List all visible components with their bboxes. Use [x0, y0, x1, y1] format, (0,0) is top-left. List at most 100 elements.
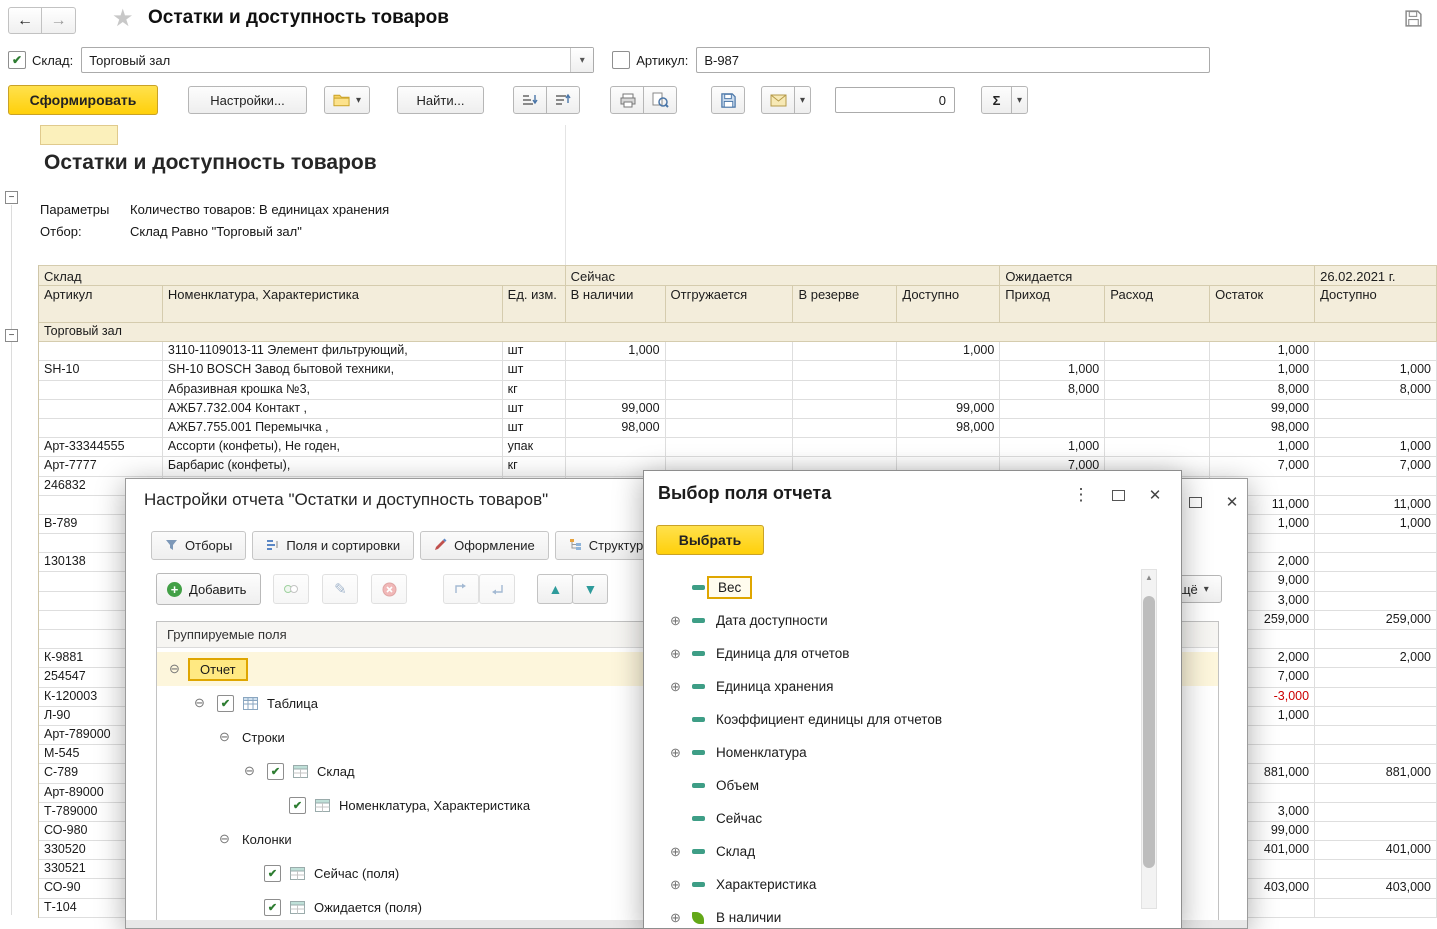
tab-fields-sort[interactable]: Поля и сортировки: [252, 531, 414, 560]
table-cell: [1315, 745, 1437, 764]
field-item[interactable]: ⊕Склад: [656, 835, 1136, 868]
expand-icon[interactable]: ⊕: [670, 745, 692, 761]
expand-icon[interactable]: ⊕: [670, 877, 692, 893]
warehouse-checkbox[interactable]: ✔: [8, 51, 26, 69]
field-item[interactable]: ⊕ В наличии: [656, 901, 1136, 927]
close-icon: ✕: [1226, 493, 1239, 511]
collapse-group-button[interactable]: −: [5, 191, 18, 204]
field-item[interactable]: ⊕Характеристика: [656, 868, 1136, 901]
print-button[interactable]: [610, 86, 644, 114]
tree-checkbox[interactable]: ✔: [217, 695, 234, 712]
send-mail-button[interactable]: [761, 86, 795, 114]
table-cell: [793, 381, 897, 400]
article-value: В-987: [704, 53, 739, 68]
table-row[interactable]: АЖБ7.732.004 Контакт ,шт99,00099,00099,0…: [39, 400, 1437, 419]
article-input[interactable]: В-987: [696, 47, 1210, 73]
report-variants-button[interactable]: ▾: [324, 86, 370, 114]
field-item-label: Сейчас: [716, 811, 762, 826]
field-item[interactable]: ⊕Единица для отчетов: [656, 637, 1136, 670]
counter-input[interactable]: 0: [835, 87, 955, 113]
move-up-button[interactable]: ▲: [537, 574, 573, 604]
table-cell: 8,000: [1315, 381, 1437, 400]
move-up-level-button[interactable]: [443, 574, 479, 604]
scroll-up-icon[interactable]: ▲: [1142, 570, 1156, 584]
article-checkbox[interactable]: [612, 51, 630, 69]
table-row[interactable]: SH-10SH-10 BOSCH Завод бытовой техники,ш…: [39, 361, 1437, 380]
table-row[interactable]: 3110-1109013-11 Элемент фильтрующий,шт1,…: [39, 342, 1437, 361]
scrollbar[interactable]: ▲: [1141, 569, 1157, 909]
table-cell: 99,000: [1210, 400, 1315, 419]
collapse-icon[interactable]: ⊖: [244, 763, 258, 779]
table-cell: [1315, 419, 1437, 438]
close-button[interactable]: ✕: [1142, 484, 1168, 506]
field-dash-icon: [692, 651, 716, 656]
sum-button[interactable]: Σ: [981, 86, 1012, 114]
tree-checkbox[interactable]: ✔: [264, 865, 281, 882]
tree-checkbox[interactable]: ✔: [264, 899, 281, 916]
sum-menu-button[interactable]: ▾: [1011, 86, 1028, 114]
field-item-label: В наличии: [716, 910, 781, 925]
table-row[interactable]: АЖБ7.755.001 Перемычка ,шт98,00098,00098…: [39, 419, 1437, 438]
field-item[interactable]: Объем: [656, 769, 1136, 802]
forward-button[interactable]: →: [42, 7, 76, 34]
favorites-star-icon[interactable]: ★: [112, 4, 134, 33]
print-preview-button[interactable]: [643, 86, 677, 114]
edit-button[interactable]: ✎: [322, 574, 358, 604]
field-item[interactable]: Коэффициент единицы для отчетов: [656, 703, 1136, 736]
field-item[interactable]: ⊕Единица хранения: [656, 670, 1136, 703]
filter-funnel-icon: [165, 538, 178, 554]
maximize-button[interactable]: [1105, 484, 1131, 506]
expand-icon[interactable]: ⊕: [670, 613, 692, 629]
field-item-label: Вес: [707, 576, 752, 599]
select-button[interactable]: Выбрать: [656, 525, 764, 555]
collapse-icon[interactable]: ⊖: [194, 695, 208, 711]
collapse-icon[interactable]: ⊖: [219, 831, 233, 847]
move-down-level-button[interactable]: [479, 574, 515, 604]
add-button[interactable]: + Добавить: [156, 573, 261, 605]
table-row[interactable]: Арт-33344555Ассорти (конфеты), Не годен,…: [39, 438, 1437, 457]
tree-checkbox[interactable]: ✔: [267, 763, 284, 780]
table-cell: 1,000: [1000, 438, 1105, 457]
expand-icon[interactable]: ⊕: [670, 679, 692, 695]
settings-button[interactable]: Настройки...: [188, 86, 307, 114]
tree-checkbox[interactable]: ✔: [289, 797, 306, 814]
more-menu-button[interactable]: ⋮: [1068, 484, 1094, 506]
table-cell: [566, 361, 666, 380]
expand-icon[interactable]: ⊕: [670, 844, 692, 860]
table-cell: 1,000: [1210, 361, 1315, 380]
field-item[interactable]: Вес: [656, 571, 1136, 604]
tab-appearance-brush[interactable]: Оформление: [420, 531, 549, 560]
field-item[interactable]: Сейчас: [656, 802, 1136, 835]
generate-button[interactable]: Сформировать: [8, 85, 158, 115]
expand-icon[interactable]: ⊕: [670, 646, 692, 662]
scrollbar-thumb[interactable]: [1143, 596, 1155, 868]
save-window-icon[interactable]: [1404, 9, 1423, 33]
chevron-down-icon[interactable]: ▾: [570, 48, 593, 72]
send-mail-menu-button[interactable]: ▾: [794, 86, 811, 114]
expand-icon[interactable]: ⊕: [670, 910, 692, 926]
back-button[interactable]: ←: [8, 7, 42, 34]
group-fields-button[interactable]: [273, 574, 309, 604]
selected-cell[interactable]: [40, 125, 118, 145]
collapse-icon[interactable]: ⊖: [219, 729, 233, 745]
sort-expand-icon: [555, 93, 571, 107]
find-button[interactable]: Найти...: [397, 86, 484, 114]
maximize-button[interactable]: [1182, 491, 1208, 513]
collapse-groups-button[interactable]: [513, 86, 547, 114]
field-item[interactable]: ⊕Номенклатура: [656, 736, 1136, 769]
collapse-icon[interactable]: ⊖: [169, 661, 183, 677]
panel-header-label: Группируемые поля: [167, 627, 287, 642]
table-cell: 1,000: [1000, 361, 1105, 380]
delete-button[interactable]: [371, 574, 407, 604]
save-result-button[interactable]: [711, 86, 745, 114]
collapse-group-button[interactable]: −: [5, 329, 18, 342]
close-button[interactable]: ✕: [1219, 491, 1245, 513]
field-item[interactable]: ⊕Дата доступности: [656, 604, 1136, 637]
warehouse-combobox[interactable]: Торговый зал ▾: [81, 47, 594, 73]
table-row[interactable]: Абразивная крошка №3,кг8,0008,0008,000: [39, 381, 1437, 400]
expand-groups-button[interactable]: [546, 86, 580, 114]
move-down-button[interactable]: ▼: [572, 574, 608, 604]
fields-sort-icon: [266, 538, 279, 554]
tab-filter-funnel[interactable]: Отборы: [151, 531, 246, 560]
table-group-row[interactable]: Торговый зал: [39, 323, 1437, 342]
